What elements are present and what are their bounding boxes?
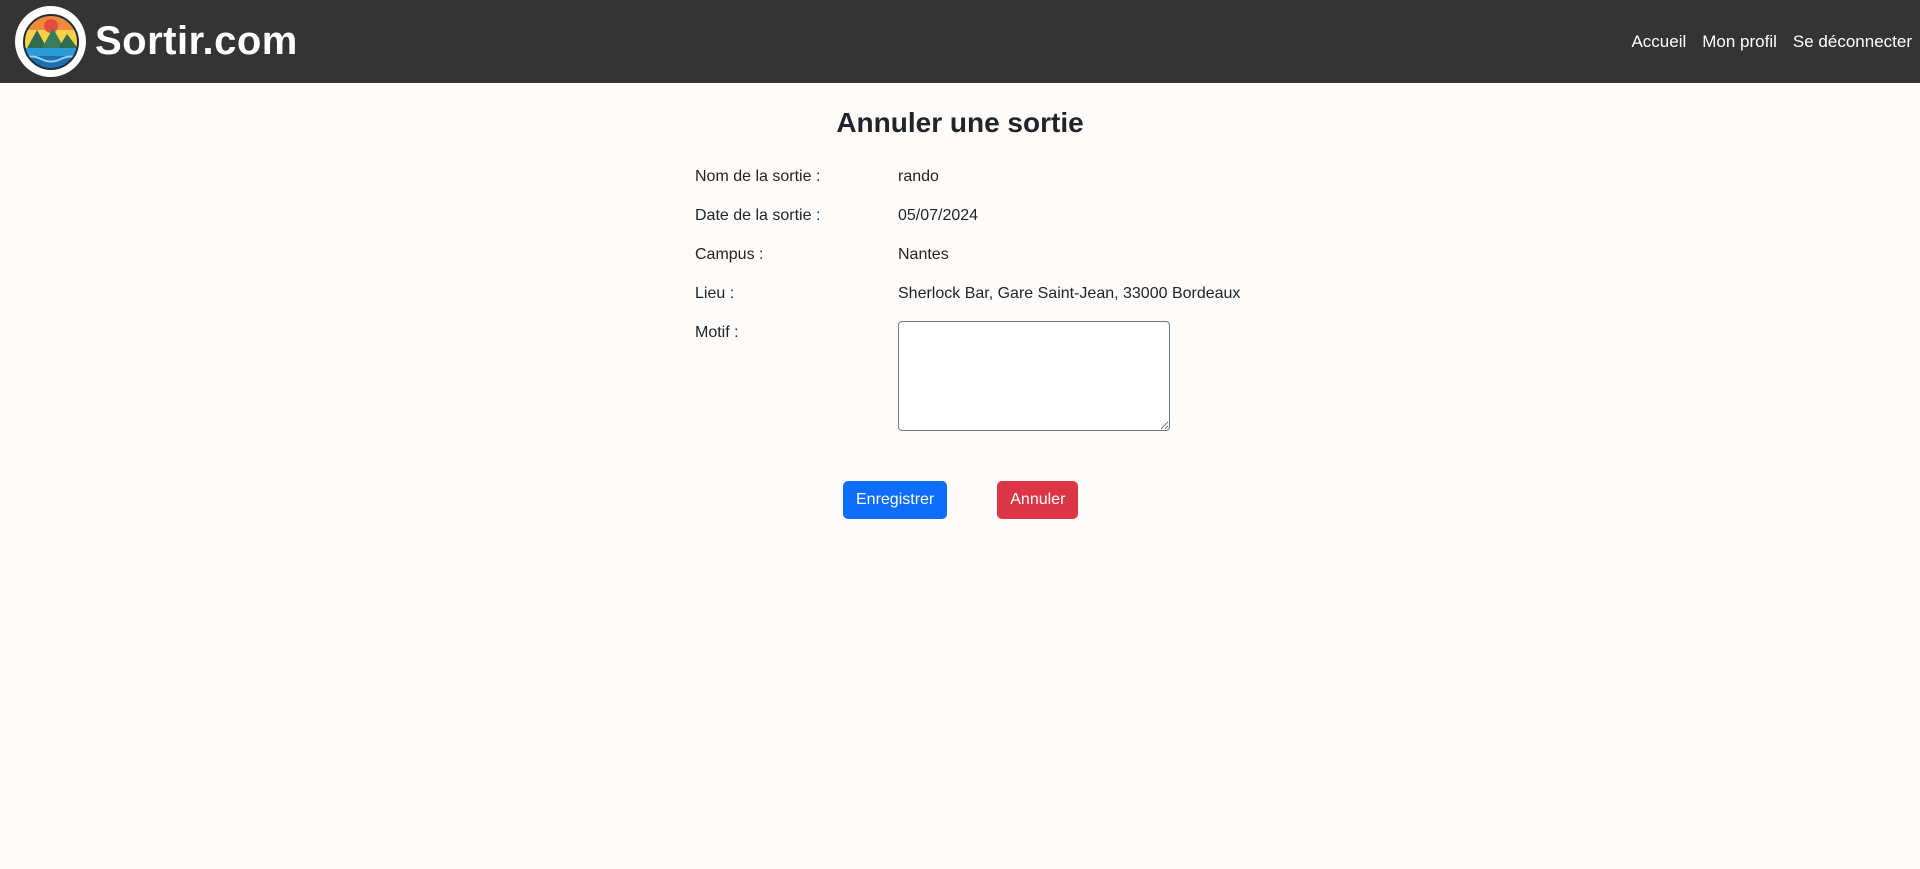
motif-label: Motif : (695, 324, 739, 341)
cancel-outing-form: Nom de la sortie : rando Date de la sort… (695, 165, 1240, 431)
nav-link-mon-profil[interactable]: Mon profil (1702, 32, 1777, 52)
field-row-lieu: Lieu : Sherlock Bar, Gare Saint-Jean, 33… (695, 282, 1240, 321)
field-row-motif: Motif : (695, 321, 1240, 431)
motif-textarea[interactable] (898, 321, 1170, 431)
form-actions: Enregistrer Annuler (843, 481, 1079, 519)
field-value: 05/07/2024 (898, 207, 979, 224)
nav-link-accueil[interactable]: Accueil (1631, 32, 1686, 52)
nav-link-se-deconnecter[interactable]: Se déconnecter (1793, 32, 1912, 52)
nav-links: Accueil Mon profil Se déconnecter (1631, 32, 1912, 52)
brand-name: Sortir.com (95, 19, 298, 63)
field-row-date: Date de la sortie : 05/07/2024 (695, 204, 1240, 243)
field-label: Date de la sortie : (695, 207, 821, 224)
field-label: Lieu : (695, 285, 735, 302)
page-title: Annuler une sortie (836, 107, 1084, 138)
field-value: rando (898, 168, 939, 185)
field-value: Nantes (898, 246, 949, 263)
field-row-nom: Nom de la sortie : rando (695, 165, 1240, 204)
save-button[interactable]: Enregistrer (843, 481, 948, 519)
field-label: Campus : (695, 246, 764, 263)
logo-icon (15, 6, 86, 77)
field-row-campus: Campus : Nantes (695, 243, 1240, 282)
brand-link[interactable]: Sortir.com (15, 6, 298, 77)
top-navbar: Sortir.com Accueil Mon profil Se déconne… (0, 0, 1920, 83)
field-value: Sherlock Bar, Gare Saint-Jean, 33000 Bor… (898, 285, 1241, 302)
cancel-button[interactable]: Annuler (997, 481, 1079, 519)
field-label: Nom de la sortie : (695, 168, 821, 185)
